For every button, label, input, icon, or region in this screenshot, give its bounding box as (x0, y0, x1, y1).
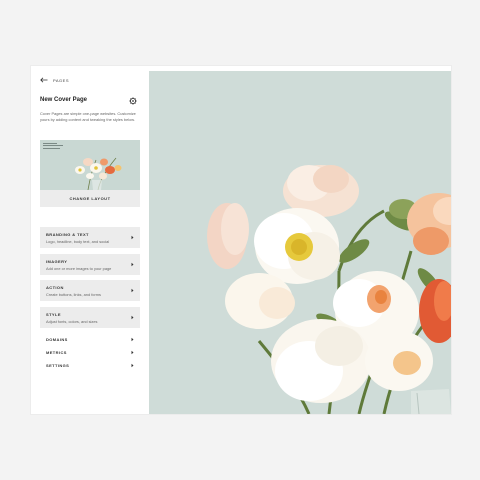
back-to-pages-link[interactable]: PAGES (40, 75, 69, 85)
action-card[interactable]: ACTION Create buttons, links, and forms (40, 280, 140, 301)
card-subtitle: Create buttons, links, and forms (46, 292, 101, 297)
gear-icon[interactable] (129, 97, 137, 105)
card-subtitle: Adjust fonts, colors, and sizes (46, 319, 98, 324)
thumbnail-flower-image (75, 157, 122, 190)
page-title: New Cover Page (40, 97, 88, 103)
nav-label: METRICS (46, 350, 67, 355)
card-title: STYLE (46, 312, 61, 317)
cover-page-panel: PAGES New Cover Page Cover Pages are sim… (31, 66, 149, 414)
card-subtitle: Add one or more images to your page (46, 266, 112, 271)
nav-label: DOMAINS (46, 337, 68, 342)
card-title: IMAGERY (46, 259, 68, 264)
arrow-left-icon (40, 77, 48, 83)
nav-label: SETTINGS (46, 363, 70, 368)
chevron-right-icon (131, 315, 134, 320)
card-title: ACTION (46, 285, 64, 290)
chevron-right-icon (131, 262, 134, 267)
nav-item-domains[interactable]: DOMAINS (40, 336, 140, 344)
chevron-right-icon (131, 350, 134, 355)
change-layout-button[interactable]: CHANGE LAYOUT (40, 190, 140, 207)
cover-page-preview[interactable] (149, 71, 451, 414)
chevron-right-icon (131, 363, 134, 368)
chevron-right-icon (131, 288, 134, 293)
editor-window: PAGES New Cover Page Cover Pages are sim… (31, 66, 451, 414)
back-label: PAGES (53, 77, 69, 83)
nav-item-settings[interactable]: SETTINGS (40, 362, 140, 370)
nav-item-metrics[interactable]: METRICS (40, 349, 140, 357)
card-title: BRANDING & TEXT (46, 232, 89, 237)
card-subtitle: Logo, headline, body text, and social (46, 239, 110, 244)
imagery-card[interactable]: IMAGERY Add one or more images to your p… (40, 254, 140, 275)
chevron-right-icon (131, 235, 134, 240)
branding-text-card[interactable]: BRANDING & TEXT Logo, headline, body tex… (40, 227, 140, 248)
flower-bouquet-image (207, 165, 451, 414)
chevron-right-icon (131, 337, 134, 342)
page-description: Cover Pages are simple one-page websites… (40, 111, 136, 122)
style-card[interactable]: STYLE Adjust fonts, colors, and sizes (40, 307, 140, 328)
layout-thumbnail[interactable] (40, 140, 140, 190)
